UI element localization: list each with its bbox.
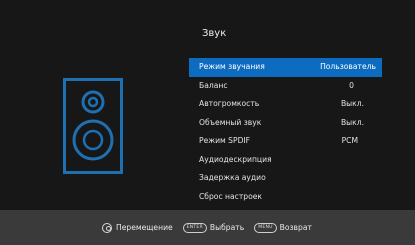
menu-title: Звук (202, 28, 227, 39)
menu-item-value: Выкл. (340, 117, 364, 127)
menu-item-reset-settings[interactable]: Сброс настроек (189, 188, 382, 207)
menu-item-label: Объемный звук (199, 117, 262, 127)
footer-hint-bar: Перемещение ENTER Выбрать MENU Возврат (0, 210, 415, 245)
menu-item-value: PCM (341, 136, 358, 145)
menu-item-label: Задержка аудио (199, 173, 266, 182)
menu-item-value: Пользователь (320, 62, 376, 71)
footer-hints: Перемещение ENTER Выбрать MENU Возврат (102, 210, 322, 245)
menu-key-icon: MENU (254, 222, 277, 233)
menu-item-label: Режим SPDIF (199, 136, 251, 145)
menu-item-label: Режим звучания (199, 62, 265, 71)
navigation-icon (102, 222, 112, 233)
menu-item-balance[interactable]: Баланс 0 (189, 77, 382, 96)
menu-item-auto-volume[interactable]: Автогромкость Выкл. (189, 95, 382, 114)
sound-menu-list: Режим звучания Пользователь Баланс 0 Авт… (189, 58, 382, 206)
menu-item-surround-sound[interactable]: Объемный звук Выкл. (189, 114, 382, 133)
menu-item-value: 0 (349, 80, 354, 90)
back-hint: Возврат (279, 223, 312, 232)
menu-item-label: Баланс (199, 80, 228, 90)
move-hint: Перемещение (116, 223, 173, 232)
menu-item-label: Автогромкость (199, 99, 260, 108)
tv-screen: Звук Режим звучания Пользователь Баланс … (0, 0, 415, 245)
menu-item-audio-description[interactable]: Аудиодескрипция (189, 151, 382, 170)
speaker-icon (63, 78, 123, 174)
menu-item-spdif-mode[interactable]: Режим SPDIF PCM (189, 132, 382, 151)
menu-item-value: Выкл. (340, 99, 364, 108)
select-hint: Выбрать (209, 223, 245, 232)
settings-panel: Звук Режим звучания Пользователь Баланс … (0, 0, 415, 210)
menu-item-label: Сброс настроек (199, 191, 262, 201)
menu-item-sound-mode[interactable]: Режим звучания Пользователь (189, 58, 382, 77)
enter-key-icon: ENTER (182, 222, 207, 233)
menu-item-audio-delay[interactable]: Задержка аудио (189, 169, 382, 188)
menu-item-label: Аудиодескрипция (199, 154, 272, 164)
